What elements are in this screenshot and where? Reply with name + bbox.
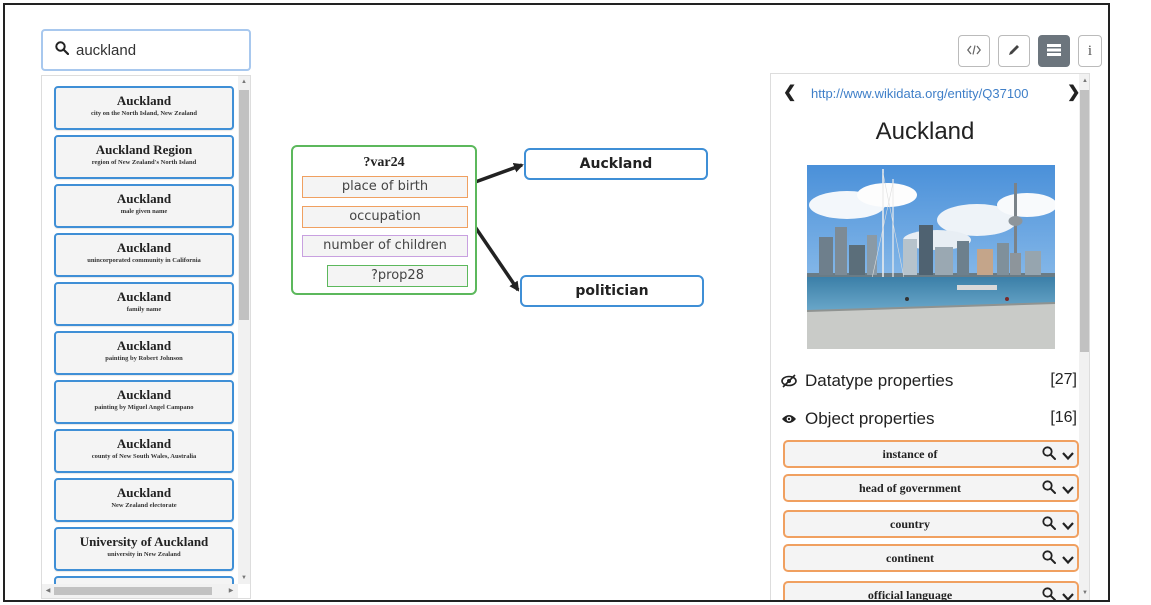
entity-node-politician[interactable]: politician (520, 275, 704, 307)
scroll-right-arrow-icon[interactable]: ▶ (226, 584, 236, 598)
list-icon (1047, 43, 1061, 59)
scrollbar-thumb[interactable] (239, 90, 249, 320)
result-title: Auckland (116, 485, 172, 500)
list-vertical-scrollbar[interactable]: ▲ ▼ (238, 76, 250, 584)
chevron-down-icon[interactable] (1062, 589, 1074, 600)
object-property-item[interactable]: country (783, 510, 1079, 538)
object-property-item[interactable]: head of government (783, 474, 1079, 502)
panel-vertical-scrollbar[interactable]: ▲ ▼ (1079, 74, 1089, 600)
edit-button[interactable] (998, 35, 1030, 67)
code-view-button[interactable] (958, 35, 990, 67)
result-item[interactable]: Auckland family name (54, 282, 234, 326)
entity-navigation: ❮ http://www.wikidata.org/entity/Q37100 … (771, 74, 1080, 112)
chevron-down-icon[interactable] (1062, 552, 1074, 570)
code-icon (966, 44, 982, 59)
result-description: painting by Miguel Angel Campano (94, 404, 194, 411)
search-box[interactable] (41, 29, 251, 71)
pencil-icon (1007, 43, 1021, 60)
result-title: Auckland (116, 387, 172, 402)
entity-node-auckland[interactable]: Auckland (524, 148, 708, 180)
result-description: New Zealand electorate (111, 502, 177, 509)
datatype-properties-header[interactable]: Datatype properties [27] (781, 369, 1077, 393)
result-description: painting by Robert Johnson (105, 355, 183, 362)
info-button[interactable]: i (1078, 35, 1102, 67)
chevron-down-icon[interactable] (1062, 448, 1074, 466)
result-title: Auckland (116, 191, 172, 206)
result-title: Auckland (116, 289, 172, 304)
object-properties-count: [16] (1050, 409, 1077, 426)
chevron-down-icon[interactable] (1062, 482, 1074, 500)
result-title: Auckland (116, 240, 172, 255)
scrollbar-thumb[interactable] (1080, 90, 1089, 352)
property-number-of-children[interactable]: number of children (302, 235, 468, 257)
eye-slash-icon (781, 373, 797, 389)
scroll-down-arrow-icon[interactable]: ▼ (1079, 588, 1089, 598)
search-icon[interactable] (1042, 587, 1056, 600)
variable-node-label: ?var24 (363, 155, 405, 170)
entity-details-panel: ❮ http://www.wikidata.org/entity/Q37100 … (770, 73, 1090, 602)
object-property-item[interactable]: continent (783, 544, 1079, 572)
datatype-properties-count: [27] (1050, 371, 1077, 388)
search-icon[interactable] (1042, 480, 1056, 499)
chevron-down-icon[interactable] (1062, 518, 1074, 536)
search-icon (55, 40, 70, 60)
search-result-list[interactable]: Auckland city on the North Island, New Z… (41, 75, 251, 599)
result-title: Auckland (116, 436, 172, 451)
property-place-of-birth[interactable]: place of birth (302, 176, 468, 198)
result-item[interactable]: Auckland unincorporated community in Cal… (54, 233, 234, 277)
result-item[interactable]: Auckland painting by Robert Johnson (54, 331, 234, 375)
entity-image (807, 165, 1055, 349)
scroll-up-arrow-icon[interactable]: ▲ (1079, 76, 1089, 86)
list-view-button[interactable] (1038, 35, 1070, 67)
result-description: male given name (120, 208, 168, 215)
result-item[interactable]: Auckland male given name (54, 184, 234, 228)
result-title: University of Auckland (79, 534, 209, 549)
search-input[interactable] (76, 41, 236, 59)
property-occupation[interactable]: occupation (302, 206, 468, 228)
result-item[interactable]: University of Auckland university in New… (54, 527, 234, 571)
object-property-label: country (890, 517, 930, 531)
chevron-left-icon[interactable]: ❮ (783, 82, 796, 102)
object-property-label: instance of (882, 447, 938, 461)
list-horizontal-scrollbar[interactable]: ◀ ▶ (42, 584, 238, 598)
app-frame: Auckland city on the North Island, New Z… (3, 3, 1110, 602)
object-property-item[interactable]: official language (783, 581, 1079, 602)
sub-property-variable[interactable]: ?prop28 (327, 265, 468, 287)
search-icon[interactable] (1042, 516, 1056, 535)
object-property-item[interactable]: instance of (783, 440, 1079, 468)
result-item[interactable]: Auckland city on the North Island, New Z… (54, 86, 234, 130)
result-title: Auckland (116, 93, 172, 108)
result-description: university in New Zealand (107, 551, 181, 558)
result-title: Auckland Region (95, 142, 193, 157)
scroll-up-arrow-icon[interactable]: ▲ (238, 76, 250, 88)
eye-icon (781, 411, 797, 427)
result-description: unincorporated community in California (87, 257, 201, 264)
result-item[interactable]: Auckland painting by Miguel Angel Campan… (54, 380, 234, 424)
object-properties-header[interactable]: Object properties [16] (781, 407, 1077, 431)
result-description: region of New Zealand's North Island (91, 159, 197, 166)
result-item[interactable]: Auckland county of New South Wales, Aust… (54, 429, 234, 473)
object-property-label: head of government (859, 481, 961, 495)
result-description: county of New South Wales, Australia (91, 453, 197, 460)
object-properties-label: Object properties (805, 409, 935, 428)
result-description: city on the North Island, New Zealand (91, 110, 197, 117)
scrollbar-thumb[interactable] (54, 587, 212, 595)
result-item[interactable]: Auckland New Zealand electorate (54, 478, 234, 522)
object-property-label: continent (886, 551, 934, 565)
search-icon[interactable] (1042, 550, 1056, 569)
scroll-down-arrow-icon[interactable]: ▼ (238, 572, 250, 584)
entity-uri-link[interactable]: http://www.wikidata.org/entity/Q37100 (811, 86, 1029, 101)
variable-node[interactable]: ?var24 place of birth occupation number … (291, 145, 477, 295)
scroll-left-arrow-icon[interactable]: ◀ (43, 584, 53, 598)
object-property-label: official language (867, 588, 953, 602)
result-title: Auckland (116, 338, 172, 353)
search-icon[interactable] (1042, 446, 1056, 465)
entity-title: Auckland (875, 118, 975, 145)
result-description: family name (126, 306, 162, 313)
datatype-properties-label: Datatype properties (805, 371, 954, 390)
result-item[interactable]: Auckland Region region of New Zealand's … (54, 135, 234, 179)
